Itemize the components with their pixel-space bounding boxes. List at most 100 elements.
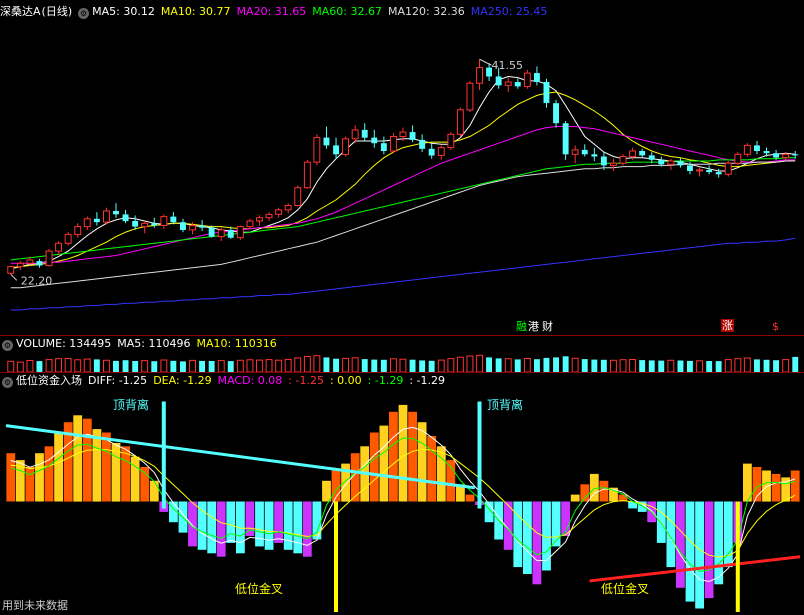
- volume-bar[interactable]: [323, 357, 330, 372]
- candle-body[interactable]: [447, 133, 455, 149]
- candle-body[interactable]: [399, 131, 407, 137]
- volume-bar[interactable]: [141, 360, 149, 372]
- volume-bar[interactable]: [466, 355, 474, 372]
- macd-histogram-bar[interactable]: [302, 501, 312, 557]
- news-tag-dollar[interactable]: $: [771, 320, 780, 333]
- candle-body[interactable]: [639, 151, 646, 156]
- candle-body[interactable]: [265, 213, 273, 219]
- volume-bar[interactable]: [284, 358, 292, 372]
- candle-body[interactable]: [763, 151, 770, 154]
- candle-body[interactable]: [696, 169, 703, 172]
- macd-histogram-bar[interactable]: [599, 480, 609, 502]
- volume-bar[interactable]: [600, 359, 607, 372]
- candle-body[interactable]: [199, 225, 205, 228]
- candle-body[interactable]: [619, 156, 627, 164]
- macd-histogram-bar[interactable]: [197, 501, 207, 550]
- candle-body[interactable]: [534, 73, 540, 82]
- macd-histogram-bar[interactable]: [92, 429, 102, 502]
- candle-body[interactable]: [93, 218, 100, 223]
- macd-histogram-bar[interactable]: [389, 411, 398, 502]
- candle-body[interactable]: [523, 72, 531, 87]
- volume-bar[interactable]: [706, 361, 713, 372]
- volume-bar[interactable]: [151, 361, 158, 372]
- macd-histogram-bar[interactable]: [25, 467, 35, 502]
- candle-body[interactable]: [648, 155, 655, 160]
- volume-bar[interactable]: [313, 355, 321, 372]
- macd-histogram-bar[interactable]: [216, 501, 226, 557]
- candle-body[interactable]: [313, 137, 321, 163]
- candle-body[interactable]: [64, 233, 72, 244]
- candle-body[interactable]: [83, 218, 91, 228]
- volume-bar[interactable]: [619, 359, 627, 372]
- news-tag-hk[interactable]: 港: [527, 320, 540, 333]
- macd-histogram-bar[interactable]: [685, 501, 695, 602]
- volume-bar[interactable]: [55, 358, 62, 372]
- candle-body[interactable]: [189, 225, 197, 231]
- volume-bar[interactable]: [217, 360, 225, 372]
- volume-bar[interactable]: [189, 359, 197, 372]
- volume-bar[interactable]: [409, 359, 416, 372]
- volume-bar[interactable]: [486, 357, 492, 372]
- candle-body[interactable]: [495, 76, 502, 86]
- macd-histogram-bar[interactable]: [207, 501, 217, 554]
- volume-bar[interactable]: [83, 358, 91, 372]
- candle-body[interactable]: [667, 160, 675, 165]
- volume-bar[interactable]: [303, 356, 311, 373]
- candle-body[interactable]: [303, 161, 311, 189]
- volume-bar[interactable]: [7, 360, 15, 372]
- stock-name[interactable]: 深桑达A: [0, 5, 41, 18]
- volume-bar[interactable]: [419, 360, 426, 372]
- volume-bar[interactable]: [562, 356, 569, 372]
- candle-body[interactable]: [275, 209, 283, 215]
- volume-bar[interactable]: [93, 359, 100, 372]
- candle-body[interactable]: [26, 259, 34, 264]
- macd-histogram-bar[interactable]: [771, 473, 781, 502]
- volume-bar[interactable]: [64, 358, 72, 373]
- candle-body[interactable]: [333, 145, 339, 155]
- macd-histogram-bar[interactable]: [704, 501, 714, 599]
- volume-bar[interactable]: [199, 360, 205, 372]
- volume-bar[interactable]: [294, 357, 302, 372]
- volume-settings-gear-icon[interactable]: ⚙: [2, 340, 13, 351]
- volume-bar[interactable]: [456, 356, 464, 372]
- candle-body[interactable]: [180, 222, 186, 230]
- candle-body[interactable]: [706, 169, 713, 173]
- volume-bar[interactable]: [437, 359, 445, 372]
- macd-histogram-bar[interactable]: [676, 501, 685, 588]
- candle-body[interactable]: [113, 211, 119, 215]
- candle-body[interactable]: [792, 154, 799, 156]
- macd-histogram-bar[interactable]: [140, 467, 150, 502]
- volume-bar[interactable]: [754, 359, 760, 372]
- volume-bar[interactable]: [677, 360, 684, 373]
- macd-histogram-bar[interactable]: [54, 432, 63, 502]
- volume-bar[interactable]: [208, 361, 215, 372]
- candle-body[interactable]: [371, 137, 378, 144]
- volume-bar[interactable]: [180, 361, 186, 372]
- volume-bar[interactable]: [447, 358, 455, 372]
- candle-body[interactable]: [437, 147, 445, 156]
- volume-bar[interactable]: [543, 357, 550, 372]
- macd-histogram-bar[interactable]: [714, 501, 724, 585]
- volume-bar[interactable]: [553, 357, 559, 372]
- macd-histogram-bar[interactable]: [283, 501, 293, 550]
- candle-body[interactable]: [456, 109, 464, 135]
- candle-body[interactable]: [342, 138, 350, 155]
- volume-bar[interactable]: [333, 358, 339, 372]
- candle-body[interactable]: [591, 154, 598, 157]
- volume-bar[interactable]: [428, 360, 435, 372]
- macd-settings-gear-icon[interactable]: ⚙: [2, 377, 13, 388]
- candle-body[interactable]: [409, 132, 416, 140]
- candle-body[interactable]: [361, 129, 368, 138]
- news-tag-finance[interactable]: 财: [541, 320, 554, 333]
- volume-bar[interactable]: [667, 359, 675, 372]
- candle-body[interactable]: [610, 162, 617, 166]
- candle-body[interactable]: [16, 262, 24, 268]
- macd-histogram-bar[interactable]: [408, 411, 417, 502]
- volume-bar[interactable]: [571, 357, 579, 372]
- macd-histogram-bar[interactable]: [149, 480, 159, 502]
- candle-body[interactable]: [754, 145, 760, 151]
- candle-body[interactable]: [581, 149, 588, 155]
- macd-histogram-bar[interactable]: [369, 432, 379, 502]
- candle-body[interactable]: [677, 161, 684, 166]
- candle-body[interactable]: [600, 156, 607, 166]
